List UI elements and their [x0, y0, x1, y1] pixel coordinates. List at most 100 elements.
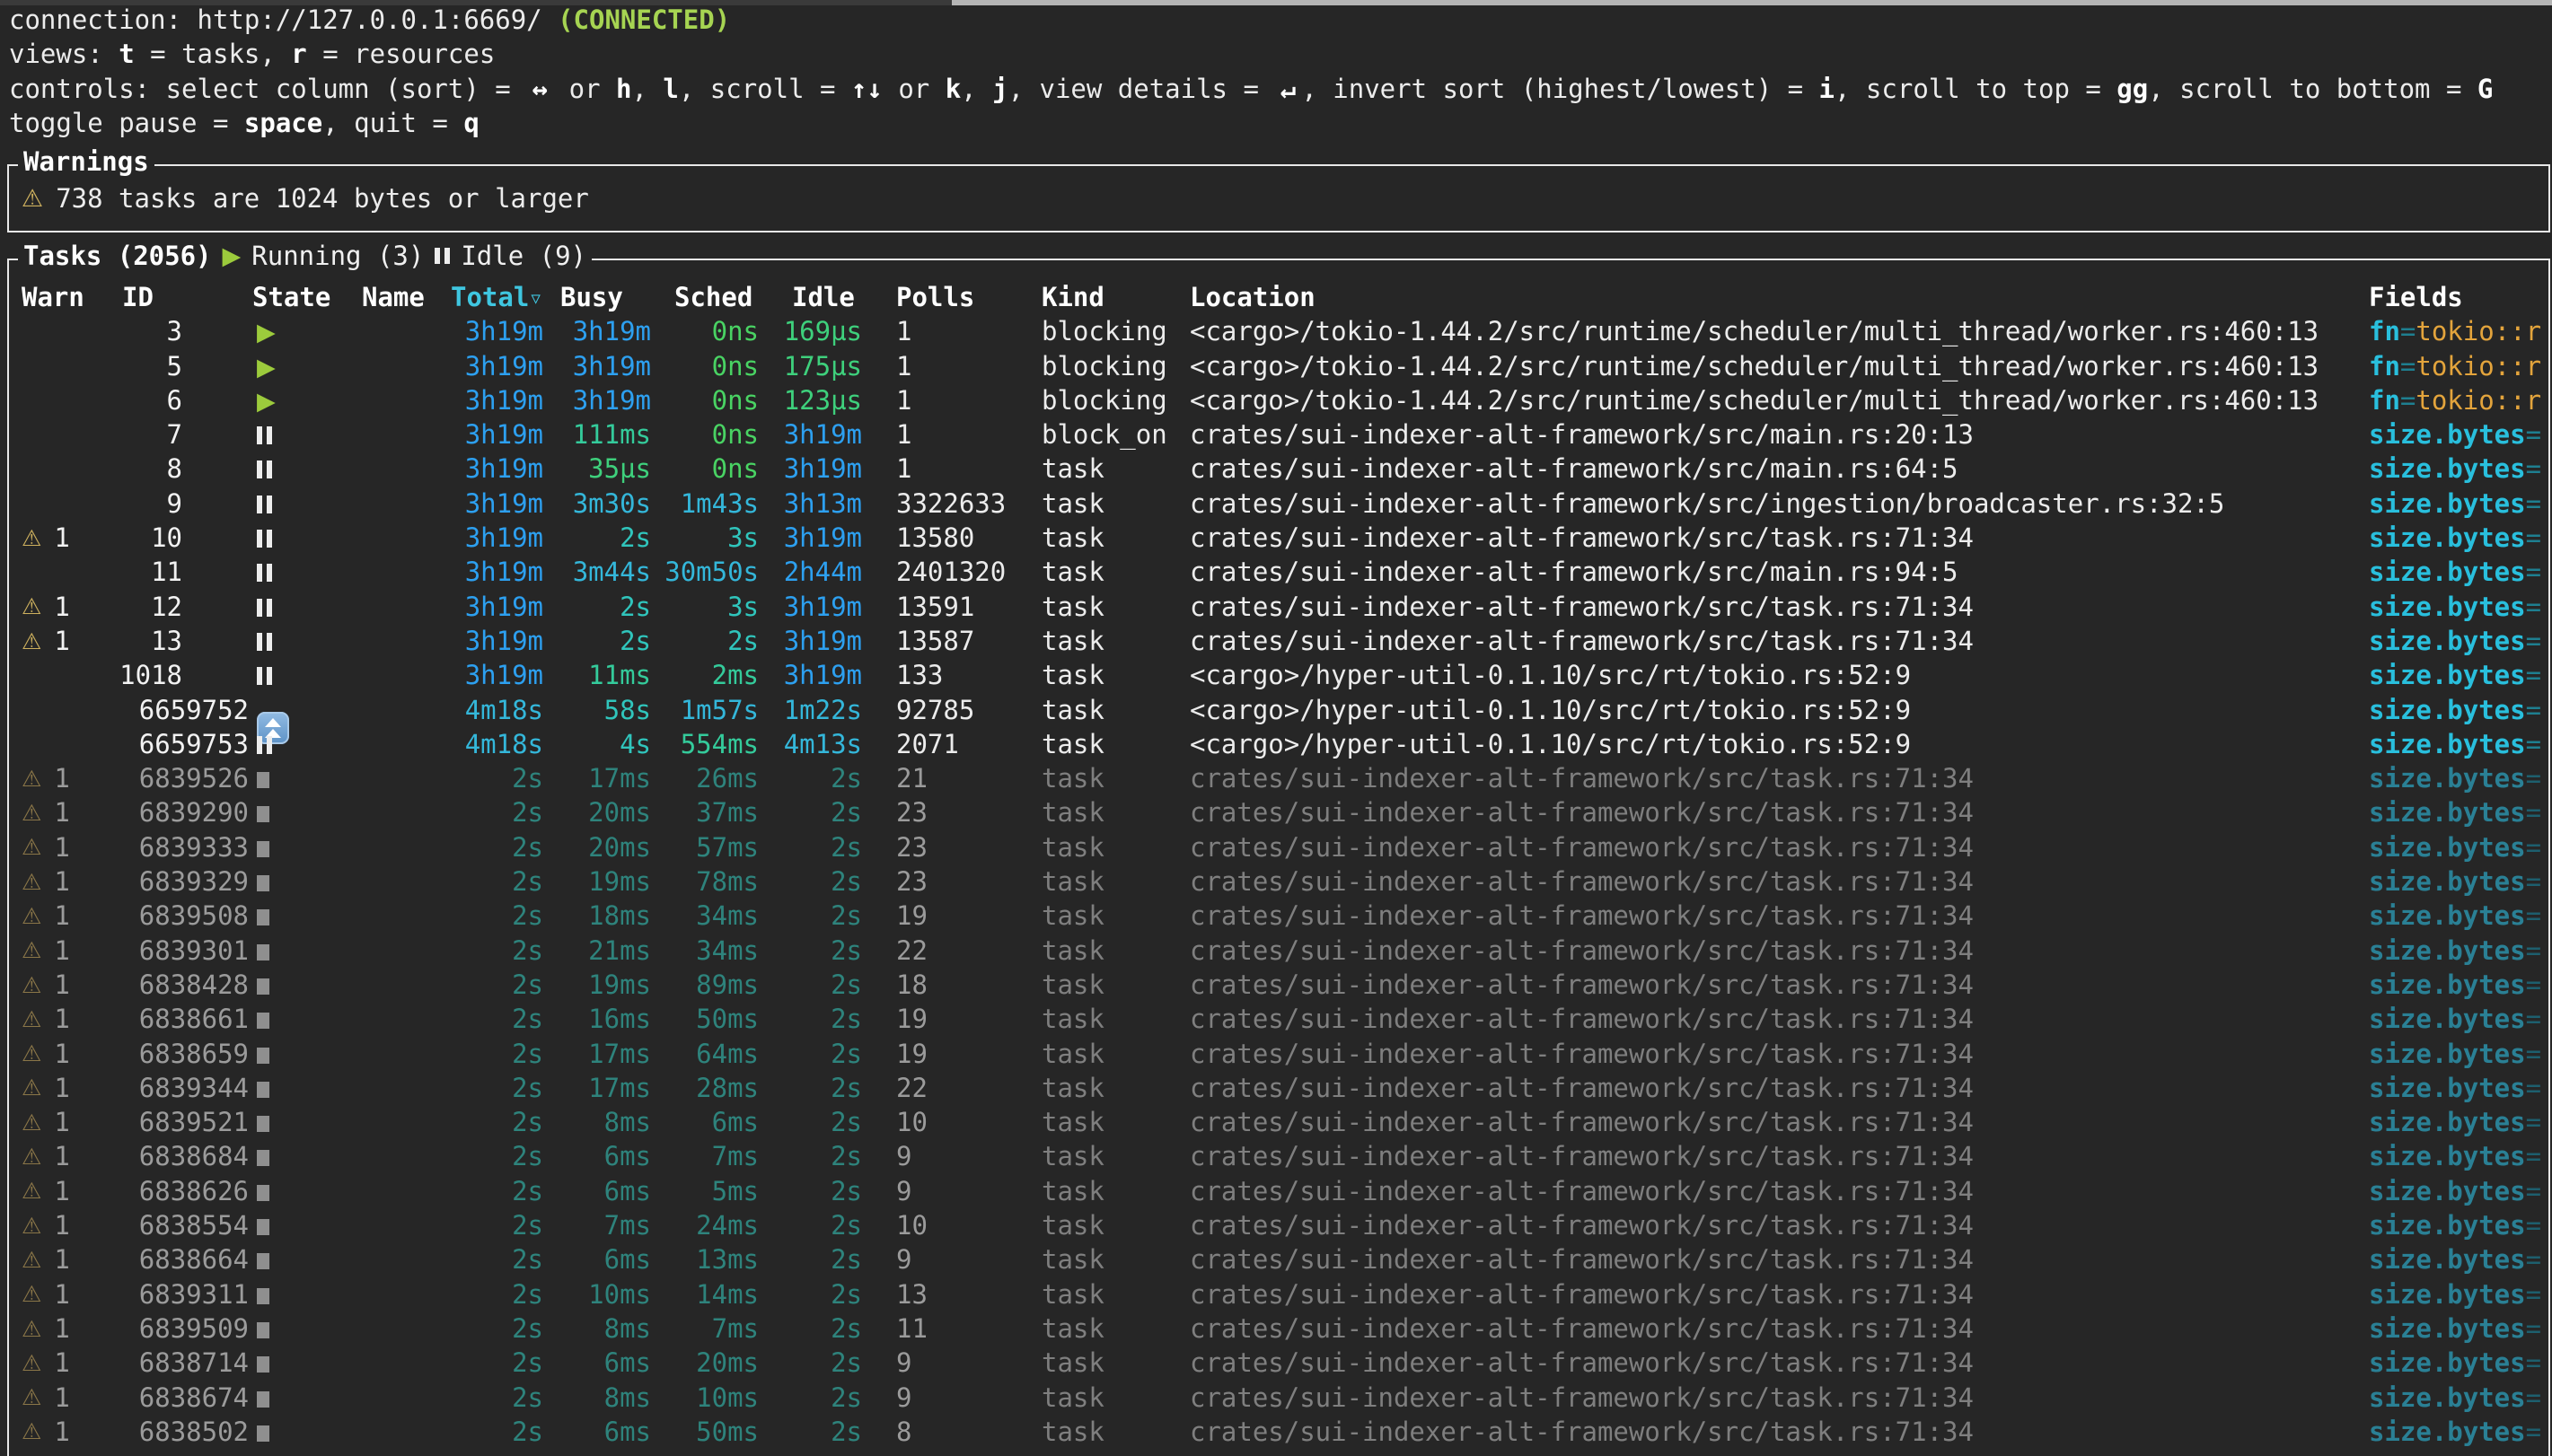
field-key: size.bytes: [2369, 797, 2526, 828]
column-header-id[interactable]: ID: [122, 280, 154, 314]
table-row[interactable]: 3 ▶ 3h19m 3h19m 0ns 169µs 1 blocking <ca…: [9, 314, 2548, 348]
idle-duration: 2s: [768, 1002, 862, 1036]
column-header-polls[interactable]: Polls: [896, 280, 974, 314]
sched-duration: 0ns: [660, 383, 759, 417]
table-row[interactable]: ⚠1 6838659 2s 17ms 64ms 2s 19 task crate…: [9, 1037, 2548, 1071]
table-row[interactable]: ⚠1 6838428 2s 19ms 89ms 2s 18 task crate…: [9, 968, 2548, 1002]
table-row[interactable]: ⚠1 6838684 2s 6ms 7ms 2s 9 task crates/s…: [9, 1139, 2548, 1173]
table-row[interactable]: ⚠1 6839344 2s 17ms 28ms 2s 22 task crate…: [9, 1071, 2548, 1105]
table-row[interactable]: ⚠1 6839301 2s 21ms 34ms 2s 22 task crate…: [9, 934, 2548, 968]
polls-count: 10: [896, 1105, 928, 1139]
column-header-total-sorted[interactable]: Total▿: [451, 280, 541, 315]
table-row[interactable]: 6 ▶ 3h19m 3h19m 0ns 123µs 1 blocking <ca…: [9, 383, 2548, 417]
column-header-name[interactable]: Name: [362, 280, 425, 314]
polls-count: 13587: [896, 624, 974, 658]
help-text: , scroll to bottom =: [2148, 74, 2477, 104]
table-row[interactable]: ⚠1 6838626 2s 6ms 5ms 2s 9 task crates/s…: [9, 1174, 2548, 1208]
task-fields: size.bytes=: [2369, 1242, 2541, 1276]
task-state: [257, 727, 342, 761]
task-id: 6839521: [93, 1105, 249, 1139]
total-duration: 2s: [355, 1381, 543, 1415]
table-row[interactable]: 7 3h19m 111ms 0ns 3h19m 1 block_on crate…: [9, 417, 2548, 452]
task-state: [257, 452, 342, 486]
idle-duration: 3h19m: [768, 590, 862, 624]
task-kind: task: [1042, 1208, 1104, 1242]
task-state: [257, 761, 342, 795]
task-id: 6838502: [93, 1415, 249, 1449]
table-row[interactable]: ⚠1 6839333 2s 20ms 57ms 2s 23 task crate…: [9, 830, 2548, 864]
task-kind: task: [1042, 761, 1104, 795]
polls-count: 13580: [896, 521, 974, 555]
table-row[interactable]: ⚠1 10 3h19m 2s 3s 3h19m 13580 task crate…: [9, 521, 2548, 555]
table-row[interactable]: ⚠1 6839521 2s 8ms 6ms 2s 10 task crates/…: [9, 1105, 2548, 1139]
task-kind: blocking: [1042, 349, 1167, 383]
task-location: crates/sui-indexer-alt-framework/src/mai…: [1190, 417, 1974, 452]
table-row[interactable]: ⚠1 6838714 2s 6ms 20ms 2s 9 task crates/…: [9, 1346, 2548, 1380]
table-row[interactable]: 9 3h19m 3m30s 1m43s 3h13m 3322633 task c…: [9, 487, 2548, 521]
task-state: [257, 590, 342, 624]
task-state: [257, 555, 342, 589]
table-row[interactable]: 8 3h19m 35µs 0ns 3h19m 1 task crates/sui…: [9, 452, 2548, 486]
table-row[interactable]: ⚠1 6838661 2s 16ms 50ms 2s 19 task crate…: [9, 1002, 2548, 1036]
task-id: 3: [93, 314, 182, 348]
table-row[interactable]: 5 ▶ 3h19m 3h19m 0ns 175µs 1 blocking <ca…: [9, 349, 2548, 383]
table-row[interactable]: ⚠1 6838674 2s 8ms 10ms 2s 9 task crates/…: [9, 1381, 2548, 1415]
column-header-kind[interactable]: Kind: [1042, 280, 1104, 314]
warn-cell: ⚠1: [22, 1208, 93, 1242]
task-id: 6839290: [93, 795, 249, 829]
table-row[interactable]: ⚠1 6839508 2s 18ms 34ms 2s 19 task crate…: [9, 899, 2548, 933]
state-paused-icon: [257, 667, 272, 685]
busy-duration: 20ms: [552, 830, 651, 864]
table-row[interactable]: ⚠1 6839290 2s 20ms 37ms 2s 23 task crate…: [9, 795, 2548, 829]
column-header-sched[interactable]: Sched: [674, 280, 752, 314]
column-header-idle[interactable]: Idle: [792, 280, 855, 314]
task-kind: task: [1042, 521, 1104, 555]
table-row[interactable]: 6659753 4m18s 4s 554ms 4m13s 2071 task <…: [9, 727, 2548, 761]
warn-count: 1: [54, 795, 69, 829]
table-row[interactable]: ⚠1 6838664 2s 6ms 13ms 2s 9 task crates/…: [9, 1242, 2548, 1276]
busy-duration: 8ms: [552, 1381, 651, 1415]
state-done-icon: [257, 1356, 269, 1373]
column-header-warn[interactable]: Warn: [22, 280, 84, 314]
column-header-busy[interactable]: Busy: [560, 280, 623, 314]
field-equals: =: [2400, 351, 2416, 382]
task-fields: size.bytes=: [2369, 1037, 2541, 1071]
task-state: ▶: [257, 349, 342, 385]
field-equals: =: [2526, 1210, 2541, 1241]
sched-duration: 3s: [660, 521, 759, 555]
warn-cell: ⚠1: [22, 1174, 93, 1208]
field-key: fn: [2369, 385, 2400, 416]
task-state: [257, 1277, 342, 1311]
table-row[interactable]: ⚠1 6838502 2s 6ms 50ms 2s 8 task crates/…: [9, 1415, 2548, 1449]
busy-duration: 35µs: [552, 452, 651, 486]
table-row[interactable]: 11 3h19m 3m44s 30m50s 2h44m 2401320 task…: [9, 555, 2548, 589]
column-header-location[interactable]: Location: [1190, 280, 1316, 314]
table-row[interactable]: ⚠1 6839311 2s 10ms 14ms 2s 13 task crate…: [9, 1277, 2548, 1311]
sched-duration: 28ms: [660, 1071, 759, 1105]
column-header-state[interactable]: State: [252, 280, 330, 314]
table-row[interactable]: 1018 3h19m 11ms 2ms 3h19m 133 task <carg…: [9, 658, 2548, 692]
sort-indicator-icon: ▿: [531, 287, 541, 309]
warn-cell: ⚠1: [22, 1002, 93, 1036]
warning-triangle-icon: ⚠: [22, 1352, 41, 1374]
task-kind: task: [1042, 727, 1104, 761]
task-state: [257, 1139, 342, 1173]
table-row[interactable]: ⚠1 12 3h19m 2s 3s 3h19m 13591 task crate…: [9, 590, 2548, 624]
idle-duration: 4m13s: [768, 727, 862, 761]
table-row[interactable]: 6659752 4m18s 58s 1m57s 1m22s 92785 task…: [9, 693, 2548, 727]
task-location: crates/sui-indexer-alt-framework/src/tas…: [1190, 1415, 1974, 1449]
task-state: [257, 1346, 342, 1380]
sched-duration: 50ms: [660, 1002, 759, 1036]
help-header: connection: http://127.0.0.1:6669/ (CONN…: [9, 3, 2552, 140]
field-value: tokio::r: [2416, 351, 2541, 382]
table-row[interactable]: ⚠1 6839329 2s 19ms 78ms 2s 23 task crate…: [9, 864, 2548, 899]
table-row[interactable]: ⚠1 6838554 2s 7ms 24ms 2s 10 task crates…: [9, 1208, 2548, 1242]
task-kind: task: [1042, 1105, 1104, 1139]
warn-cell: [22, 487, 93, 521]
table-row[interactable]: ⚠1 6839526 2s 17ms 26ms 2s 21 task crate…: [9, 761, 2548, 795]
task-state: ▶: [257, 383, 342, 419]
column-header-fields[interactable]: Fields: [2369, 280, 2463, 314]
warn-count: 1: [54, 1105, 69, 1139]
table-row[interactable]: ⚠1 13 3h19m 2s 2s 3h19m 13587 task crate…: [9, 624, 2548, 658]
table-row[interactable]: ⚠1 6839509 2s 8ms 7ms 2s 11 task crates/…: [9, 1311, 2548, 1346]
